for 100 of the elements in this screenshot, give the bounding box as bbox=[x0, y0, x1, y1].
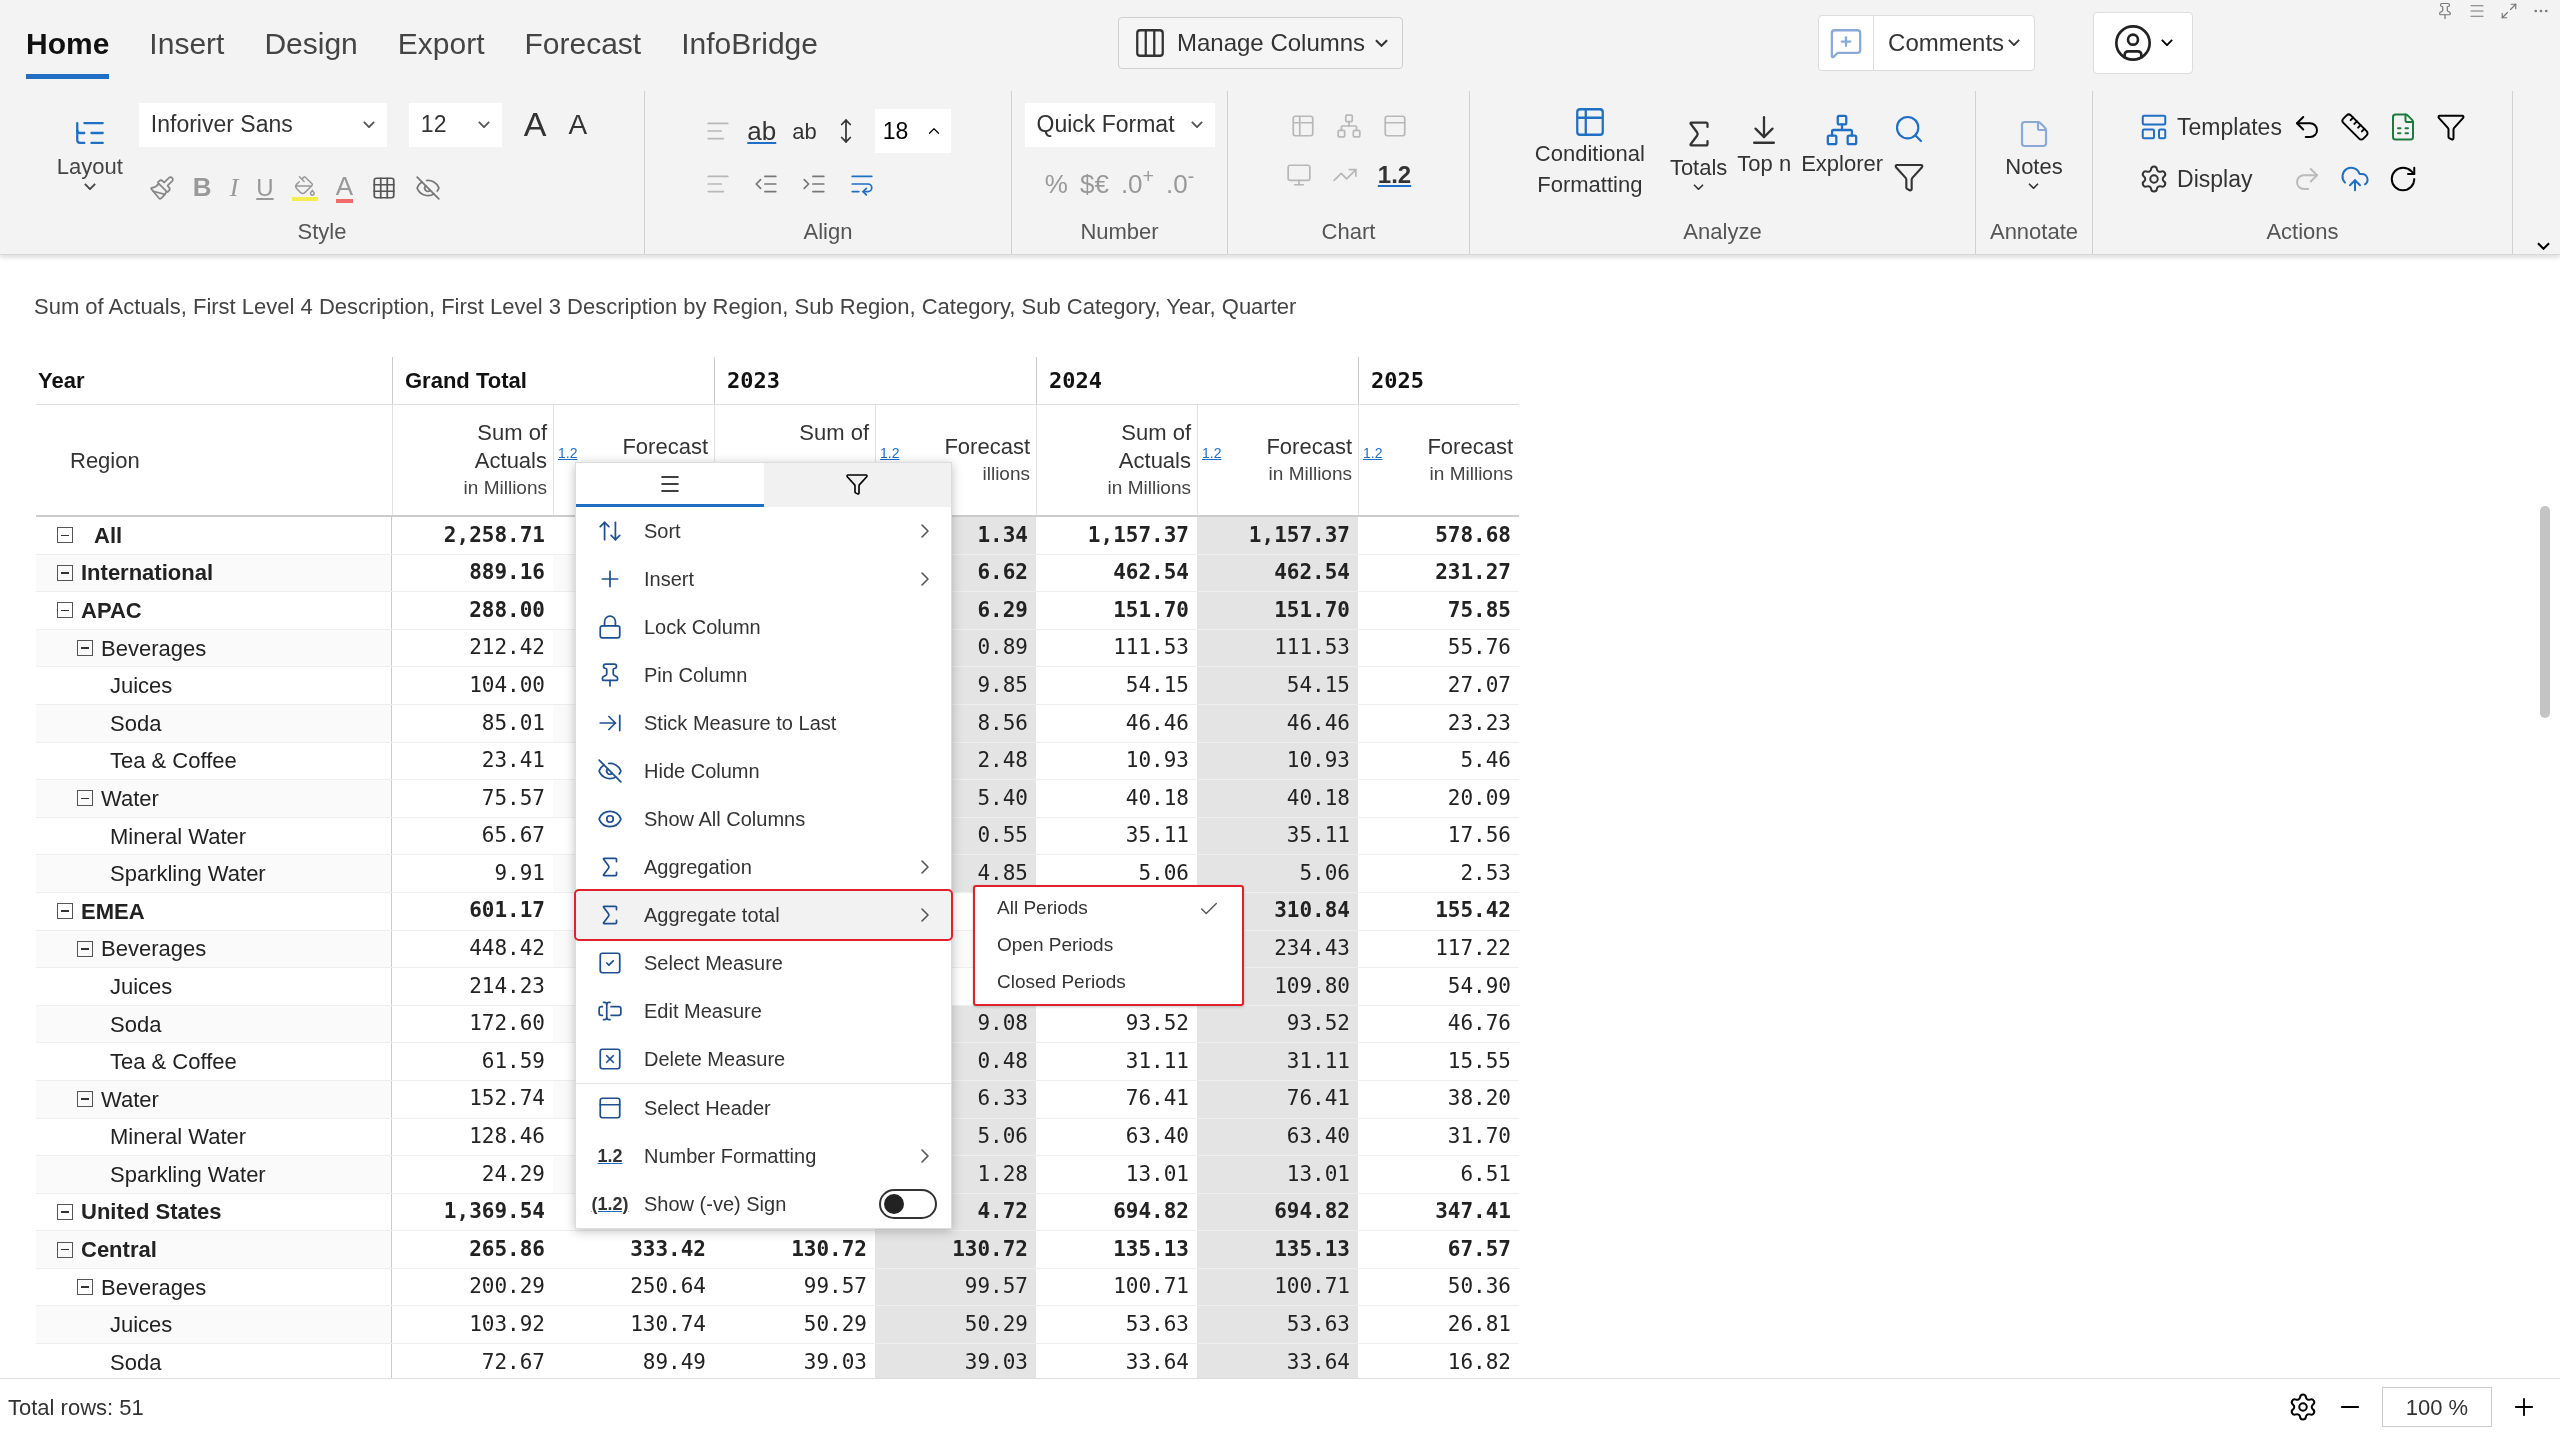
row-label: EMEA bbox=[81, 897, 145, 926]
ruler-icon[interactable] bbox=[2339, 112, 2370, 142]
menu-item[interactable]: Select Measure bbox=[576, 939, 951, 987]
table-cell: 23.23 bbox=[1358, 704, 1519, 742]
table-cell: 1,157.37 bbox=[1197, 517, 1358, 554]
number-format-icon[interactable]: 1.2 bbox=[880, 443, 900, 464]
ribbon-group-label: Number bbox=[1079, 218, 1160, 246]
menu-item[interactable]: Aggregate total bbox=[576, 891, 951, 939]
ribbon-tab[interactable]: Export bbox=[397, 21, 485, 79]
totals-button[interactable]: Totals bbox=[1669, 116, 1728, 190]
table-cell: 13.01 bbox=[1197, 1156, 1358, 1193]
table-cell: 9.91 bbox=[392, 855, 553, 892]
display-button[interactable]: Display bbox=[2139, 162, 2282, 197]
format-glyph-icon: 1.2 bbox=[597, 1142, 623, 1170]
expand-icon[interactable] bbox=[2500, 2, 2518, 20]
menu-icon[interactable] bbox=[2468, 2, 2486, 20]
chevron-down-icon bbox=[2028, 182, 2040, 189]
chevron-down-icon bbox=[477, 121, 490, 128]
comments-button[interactable]: Comments bbox=[1874, 15, 2035, 70]
ribbon-tab[interactable]: Home bbox=[26, 21, 110, 79]
table-cell: 39.03 bbox=[875, 1344, 1036, 1378]
filter-icon[interactable] bbox=[1893, 161, 1926, 193]
ribbon-group-label: Analyze bbox=[1682, 218, 1763, 246]
ribbon-tab[interactable]: InfoBridge bbox=[681, 21, 818, 79]
shrink-font-button[interactable]: A bbox=[568, 103, 588, 146]
collapse-toggle[interactable] bbox=[57, 1204, 73, 1220]
row-label: Tea & Coffee bbox=[110, 1048, 237, 1077]
toggle-switch[interactable] bbox=[879, 1189, 937, 1219]
table-cell: 265.86 bbox=[392, 1231, 553, 1268]
number-format-icon[interactable]: 1.2 bbox=[1363, 443, 1383, 464]
row-label: Soda bbox=[110, 709, 162, 738]
scrollbar-thumb[interactable] bbox=[2540, 506, 2550, 718]
top-n-button[interactable]: Top n bbox=[1737, 113, 1792, 180]
row-label: International bbox=[81, 559, 213, 588]
fill-bucket-icon[interactable] bbox=[291, 174, 318, 201]
format-glyph-icon: (1.2) bbox=[591, 1190, 629, 1218]
row-label: Soda bbox=[110, 1348, 162, 1377]
table-cell: 5.06 bbox=[1197, 855, 1358, 892]
font-size-select[interactable]: 12 bbox=[408, 102, 502, 147]
collapse-toggle[interactable] bbox=[57, 602, 73, 619]
table-cell: 694.82 bbox=[1197, 1193, 1358, 1231]
row-label: Water bbox=[101, 784, 159, 813]
number-format-icon[interactable]: 1.2 bbox=[1202, 443, 1222, 464]
chevron-down-icon bbox=[2008, 39, 2021, 46]
user-menu-button[interactable] bbox=[2093, 11, 2194, 74]
quick-format-select[interactable]: Quick Format bbox=[1024, 102, 1215, 147]
collapse-toggle[interactable] bbox=[77, 940, 93, 957]
table-cell: 63.40 bbox=[1197, 1118, 1358, 1156]
conditional-formatting-button[interactable]: Conditional Formatting bbox=[1519, 105, 1660, 201]
collapse-toggle[interactable] bbox=[57, 527, 73, 544]
settings-icon[interactable] bbox=[2288, 1392, 2318, 1422]
collapse-toggle[interactable] bbox=[77, 1091, 93, 1108]
table-cell: 103.92 bbox=[392, 1306, 553, 1344]
ribbon-tab[interactable]: Insert bbox=[149, 21, 225, 79]
collapse-toggle[interactable] bbox=[57, 903, 73, 920]
row-label: Soda bbox=[110, 1010, 162, 1039]
lock-icon bbox=[597, 614, 623, 640]
table-cell: 50.29 bbox=[875, 1306, 1036, 1344]
row-label: Mineral Water bbox=[110, 1123, 247, 1152]
paintbrush-icon[interactable] bbox=[148, 174, 175, 201]
upload-icon[interactable] bbox=[2339, 164, 2370, 194]
table-cell: 135.13 bbox=[1197, 1231, 1358, 1268]
manage-columns-button[interactable]: Manage Columns bbox=[1118, 16, 1404, 69]
table-cell: 76.41 bbox=[1197, 1080, 1358, 1118]
table-cell: 99.57 bbox=[875, 1268, 1036, 1306]
collapse-toggle[interactable] bbox=[57, 564, 73, 581]
collapse-toggle[interactable] bbox=[77, 640, 93, 657]
chart-format-button[interactable]: 1.2 bbox=[1377, 157, 1412, 193]
text-cursor-icon bbox=[597, 998, 623, 1024]
layout-button[interactable]: Layout bbox=[56, 116, 123, 190]
templates-button[interactable]: Templates bbox=[2139, 109, 2282, 144]
text-break-button[interactable]: ab bbox=[792, 114, 817, 148]
number-format-icon[interactable]: 1.2 bbox=[558, 443, 578, 464]
font-select[interactable]: Inforiver Sans bbox=[138, 102, 387, 147]
menu-tab[interactable] bbox=[576, 463, 764, 507]
collapse-toggle[interactable] bbox=[57, 1241, 73, 1258]
text-wrap-button[interactable]: ab bbox=[747, 111, 777, 151]
table-cell: 117.22 bbox=[1358, 930, 1519, 968]
hide-icon[interactable] bbox=[415, 174, 441, 201]
zoom-level-field[interactable]: 100 % bbox=[2382, 1387, 2492, 1427]
pin-icon[interactable] bbox=[2436, 2, 2454, 20]
borders-icon[interactable] bbox=[371, 174, 397, 201]
grow-font-button[interactable]: A bbox=[523, 99, 547, 150]
line-spacing-field[interactable]: 18 bbox=[874, 109, 951, 153]
table-cell: 100.71 bbox=[1197, 1268, 1358, 1306]
table-cell: 231.27 bbox=[1358, 554, 1519, 592]
explorer-button[interactable]: Explorer bbox=[1801, 113, 1884, 180]
collapse-ribbon-icon[interactable] bbox=[2537, 242, 2550, 250]
ribbon-group-label: Align bbox=[802, 218, 854, 246]
filter-icon[interactable] bbox=[2435, 112, 2466, 142]
ribbon-tab[interactable]: Forecast bbox=[524, 21, 642, 79]
ribbon-tab[interactable]: Design bbox=[264, 21, 358, 79]
collapse-toggle[interactable] bbox=[77, 1279, 93, 1296]
collapse-toggle[interactable] bbox=[77, 790, 93, 807]
up-down-arrows-icon bbox=[597, 518, 623, 544]
ribbon-group-label: Style bbox=[296, 218, 348, 246]
table-cell: 85.01 bbox=[392, 704, 553, 742]
table-cell: 46.76 bbox=[1358, 1005, 1519, 1043]
row-label: Central bbox=[81, 1236, 157, 1265]
notes-button[interactable]: Notes bbox=[2005, 117, 2063, 189]
